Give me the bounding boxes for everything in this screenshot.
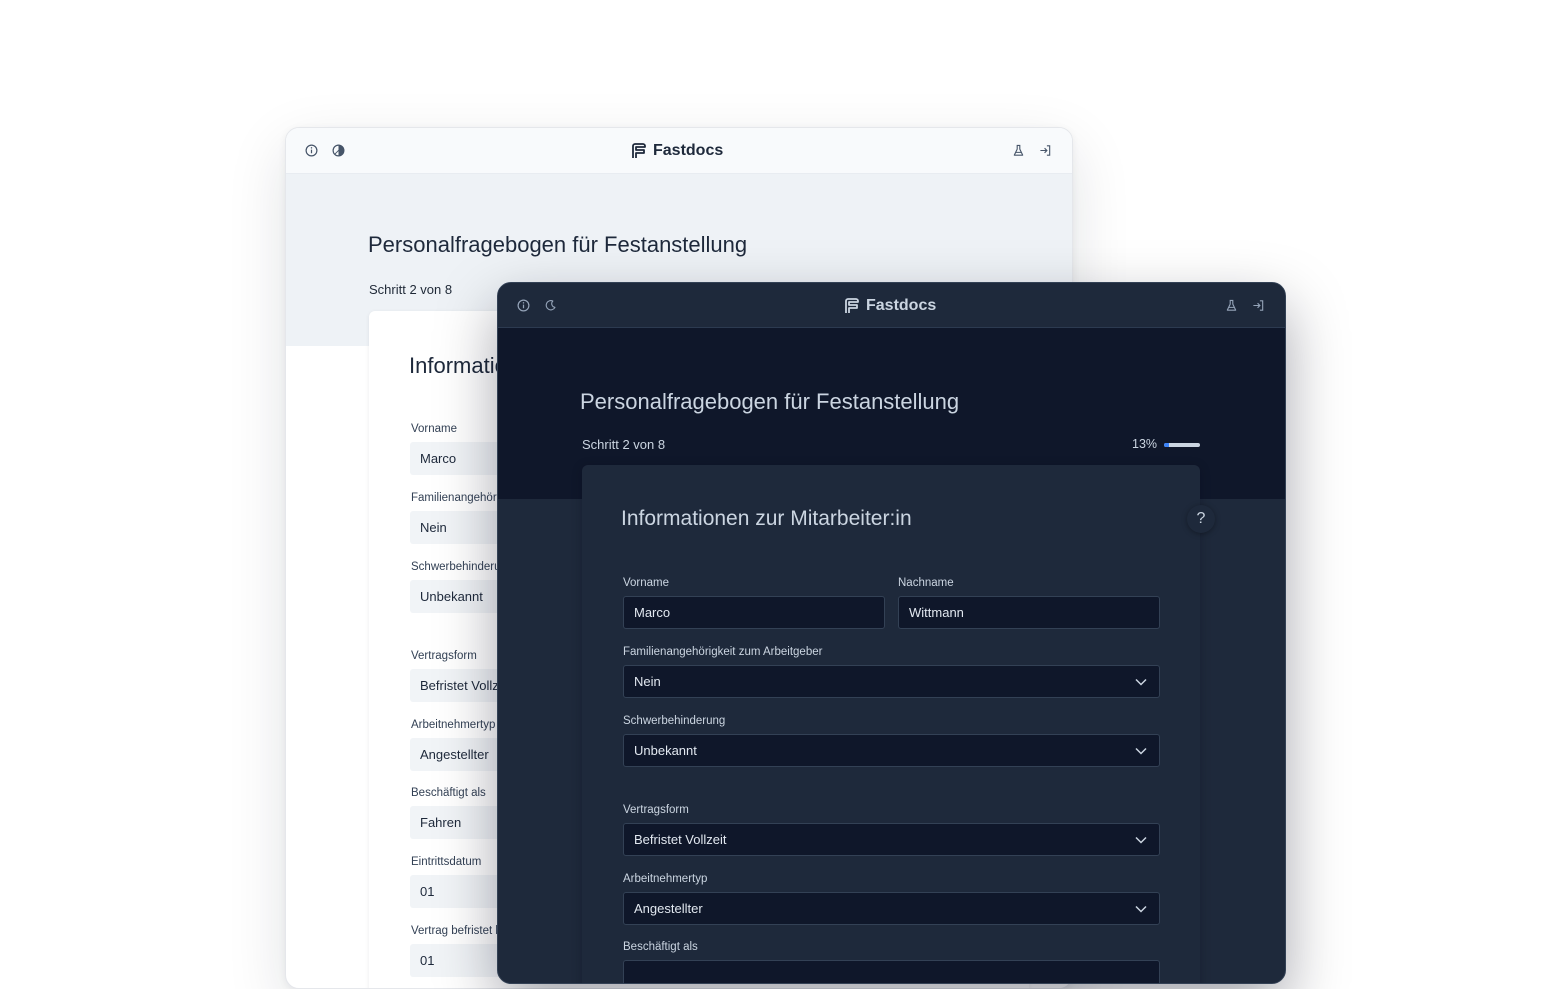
befristet-label: Vertrag befristet bis (411, 925, 511, 937)
brand-logo: Fastdocs (630, 128, 723, 173)
brand-name: Fastdocs (866, 296, 937, 314)
flask-icon[interactable] (1222, 283, 1240, 328)
vertrag-label: Vertragsform (411, 650, 477, 662)
familie-value: Nein (634, 674, 661, 689)
contrast-icon[interactable] (329, 128, 347, 173)
chevron-down-icon (1135, 893, 1147, 924)
step-indicator: Schritt 2 von 8 (369, 282, 453, 297)
card-title: Informationen zur Mitarbeiter:in (621, 507, 912, 530)
nachname-input[interactable]: Wittmann (898, 596, 1160, 629)
fastdocs-logo-icon (845, 297, 859, 313)
schwer-value: Unbekannt (634, 743, 697, 758)
chevron-down-icon (1135, 666, 1147, 697)
flask-icon[interactable] (1009, 128, 1027, 173)
vorname-label: Vorname (623, 577, 670, 589)
chevron-down-icon (1135, 824, 1147, 855)
familie-select[interactable]: Nein (623, 665, 1160, 698)
typ-label: Arbeitnehmertyp (411, 719, 496, 731)
brand-name: Fastdocs (653, 141, 724, 159)
fastdocs-logo-icon (632, 142, 646, 158)
vertrag-label: Vertragsform (623, 804, 689, 816)
besch-label: Beschäftigt als (411, 787, 486, 799)
dark-app-window: Fastdocs Personalfragebogen für Festanst… (497, 282, 1286, 984)
vorname-input[interactable]: Marco (623, 596, 885, 629)
nachname-label: Nachname (898, 577, 954, 589)
vorname-label: Vorname (411, 423, 458, 435)
eintritt-label: Eintrittsdatum (411, 856, 482, 868)
schwer-select[interactable]: Unbekannt (623, 734, 1160, 767)
info-icon[interactable] (514, 283, 532, 328)
vertrag-value: Befristet Vollzeit (634, 832, 727, 847)
login-icon[interactable] (1249, 283, 1267, 328)
schwer-label: Schwerbehinderung (623, 715, 726, 727)
vertrag-select[interactable]: Befristet Vollzeit (623, 823, 1160, 856)
dark-form-card: Informationen zur Mitarbeiter:in ? Vorna… (582, 465, 1215, 983)
login-icon[interactable] (1036, 128, 1054, 173)
besch-label: Beschäftigt als (623, 941, 698, 953)
typ-value: Angestellter (634, 901, 703, 916)
typ-select[interactable]: Angestellter (623, 892, 1160, 925)
chevron-down-icon (1135, 735, 1147, 766)
familie-label: Familienangehörigkeit zum Arbeitgeber (623, 646, 823, 658)
light-titlebar: Fastdocs (286, 128, 1072, 174)
typ-label: Arbeitnehmertyp (623, 873, 708, 885)
besch-field[interactable] (623, 960, 1160, 983)
dark-titlebar: Fastdocs (498, 283, 1285, 328)
help-button[interactable]: ? (1187, 505, 1215, 533)
page-title: Personalfragebogen für Festanstellung (368, 232, 748, 257)
progress-percent: 13% (1132, 437, 1158, 451)
moon-icon[interactable] (541, 283, 559, 328)
info-icon[interactable] (302, 128, 320, 173)
page-title: Personalfragebogen für Festanstellung (580, 389, 960, 414)
progress-bar (1164, 443, 1200, 447)
brand-logo: Fastdocs (843, 283, 936, 328)
progress-bar-fill (1164, 443, 1169, 447)
step-indicator: Schritt 2 von 8 (582, 437, 666, 452)
